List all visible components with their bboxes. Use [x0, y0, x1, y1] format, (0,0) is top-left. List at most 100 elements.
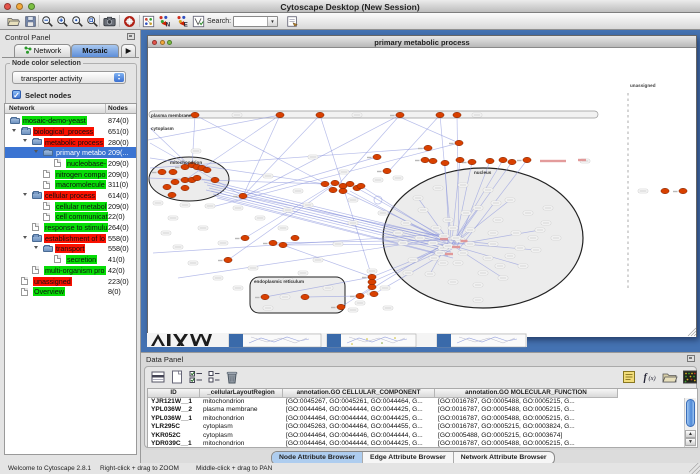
- tree-row[interactable]: mosaic-demo-yeast874(0): [5, 115, 136, 126]
- tree-row[interactable]: transport558(0): [5, 243, 136, 254]
- graph-node: [436, 112, 444, 117]
- select-nodes-checkbox[interactable]: ✓: [12, 90, 21, 99]
- zoom-selected-icon[interactable]: [86, 15, 99, 28]
- graph-node: [468, 159, 476, 164]
- graph-node: [239, 193, 247, 198]
- graph-node: [661, 188, 669, 193]
- graph-node: [339, 188, 347, 193]
- graph-node: [181, 185, 189, 190]
- graph-node: [421, 157, 429, 162]
- zoom-fit-icon[interactable]: [71, 15, 84, 28]
- folder-icon: [32, 139, 42, 146]
- network-graph-canvas[interactable]: plasma membranecytoplasmmitochondrionnuc…: [148, 48, 696, 337]
- svg-text:unassigned: unassigned: [630, 83, 656, 88]
- tree-row[interactable]: metabolic process280(0): [5, 136, 136, 147]
- table-row[interactable]: YDR039C__1mitochondrion[GO:0044464, GO:0…: [148, 440, 697, 448]
- graph-node: [193, 175, 201, 180]
- vizmapper-edges-icon[interactable]: E: [176, 15, 189, 28]
- file-icon: [21, 288, 28, 296]
- tree-row[interactable]: primary metabo209(...: [5, 147, 136, 158]
- unselect-attributes-icon[interactable]: [206, 369, 222, 385]
- graph-node: [486, 158, 494, 163]
- import-attributes-icon[interactable]: [662, 369, 678, 385]
- snapshot-icon[interactable]: [103, 15, 116, 28]
- graph-node: [356, 293, 364, 298]
- table-row[interactable]: YPL036W__1mitochondrion[GO:0044464, GO:0…: [148, 415, 697, 423]
- select-attributes-icon[interactable]: [188, 369, 204, 385]
- tree-row[interactable]: secretion41(0): [5, 254, 136, 265]
- graph-node: [429, 158, 437, 163]
- column-header[interactable]: ID: [148, 389, 200, 398]
- tree-row[interactable]: Overview8(0): [5, 286, 136, 297]
- status-pan-hint: Middle-click + drag to PAN: [196, 465, 272, 472]
- column-header[interactable]: annotation.GO MOLECULAR_FUNCTION: [435, 389, 618, 398]
- plasma-membrane-compartment: [149, 111, 598, 118]
- vizmapper-nodes-icon[interactable]: N: [158, 15, 171, 28]
- tree-row[interactable]: nitrogen compo209(0): [5, 168, 136, 179]
- graph-node: [499, 157, 507, 162]
- tree-row[interactable]: unassigned223(0): [5, 275, 136, 286]
- tree-row[interactable]: cellular metabol209(0): [5, 201, 136, 212]
- tab-mosaic[interactable]: Mosaic: [71, 44, 119, 57]
- node-color-combobox[interactable]: transporter activity ▲▼: [12, 71, 126, 84]
- matrix-view-icon[interactable]: [682, 369, 698, 385]
- tree-row[interactable]: cellular process614(0): [5, 190, 136, 201]
- graph-node: [261, 294, 269, 299]
- table-row[interactable]: YLR295Ccytoplasm[GO:0045263, GO:0044464,…: [148, 423, 697, 431]
- folder-icon: [10, 118, 20, 125]
- graph-node: [679, 188, 687, 193]
- tree-row[interactable]: response to stimulu264(0): [5, 222, 136, 233]
- column-header[interactable]: _cellularLayoutRegion: [200, 389, 283, 398]
- search-input[interactable]: ▼: [233, 16, 278, 27]
- float-data-panel-icon[interactable]: [687, 355, 695, 362]
- combobox-stepper-icon[interactable]: ▲▼: [114, 73, 124, 82]
- delete-attribute-icon[interactable]: [224, 369, 240, 385]
- scroll-up-button[interactable]: ▲: [685, 430, 696, 438]
- network-window-titlebar[interactable]: primary metabolic process: [148, 36, 696, 48]
- tree-row[interactable]: biological_process651(0): [5, 126, 136, 137]
- attribute-notes-icon[interactable]: [621, 369, 637, 385]
- tree-row[interactable]: multi-organism pro42(0): [5, 265, 136, 276]
- data-panel-title: Data Panel: [146, 355, 183, 364]
- formula-builder-icon[interactable]: f(x): [642, 369, 658, 385]
- save-icon[interactable]: [24, 15, 37, 28]
- help-ring-icon[interactable]: [123, 15, 136, 28]
- svg-text:mitochondrion: mitochondrion: [170, 160, 202, 165]
- window-resize-grip[interactable]: [689, 463, 700, 474]
- float-panel-icon[interactable]: [127, 33, 135, 40]
- zoom-out-icon[interactable]: [41, 15, 54, 28]
- zoom-in-icon[interactable]: [56, 15, 69, 28]
- new-attribute-icon[interactable]: [169, 369, 185, 385]
- file-icon: [21, 277, 28, 285]
- network-view-window[interactable]: primary metabolic process plasma membran…: [147, 35, 697, 337]
- tab-overflow-arrow[interactable]: ▶: [121, 44, 136, 57]
- svg-text:nucleus: nucleus: [474, 170, 492, 175]
- table-row[interactable]: YKR052Ccytoplasm[GO:0044464, GO:0044446,…: [148, 432, 697, 440]
- tab-network[interactable]: Network: [14, 44, 71, 57]
- layout-grid-icon[interactable]: [142, 15, 155, 28]
- table-row[interactable]: YJR121W__1mitochondrion[GO:0045267, GO:0…: [148, 398, 697, 406]
- tree-header[interactable]: Network Nodes: [5, 104, 136, 114]
- scrollbar-thumb[interactable]: [686, 399, 695, 427]
- minimized-windows-strip[interactable]: [141, 333, 700, 349]
- file-icon: [54, 159, 61, 167]
- scroll-down-button[interactable]: ▼: [685, 438, 696, 446]
- app-titlebar[interactable]: Cytoscape Desktop (New Session): [0, 0, 700, 13]
- tree-row[interactable]: nucleobase-209(0): [5, 158, 136, 169]
- tree-row[interactable]: macromolecule311(0): [5, 179, 136, 190]
- folder-icon: [32, 192, 42, 199]
- graph-node: [329, 187, 337, 192]
- tree-row[interactable]: establishment of lo558(0): [5, 233, 136, 244]
- column-header[interactable]: annotation.GO CELLULAR_COMPONENT: [283, 389, 435, 398]
- graph-node: [171, 179, 179, 184]
- search-go-icon[interactable]: [286, 15, 299, 28]
- graph-node: [168, 192, 176, 197]
- attribute-table-icon[interactable]: [150, 369, 166, 385]
- open-folder-icon[interactable]: [7, 15, 20, 28]
- graph-node: [456, 157, 464, 162]
- filter-icon[interactable]: [192, 15, 205, 28]
- table-row[interactable]: YPL036W__2plasma membrane[GO:0044464, GO…: [148, 406, 697, 414]
- table-scrollbar[interactable]: ▲ ▼: [684, 398, 696, 447]
- tree-row[interactable]: cell communicat22(0): [5, 211, 136, 222]
- search-dropdown-arrow[interactable]: ▼: [267, 17, 277, 26]
